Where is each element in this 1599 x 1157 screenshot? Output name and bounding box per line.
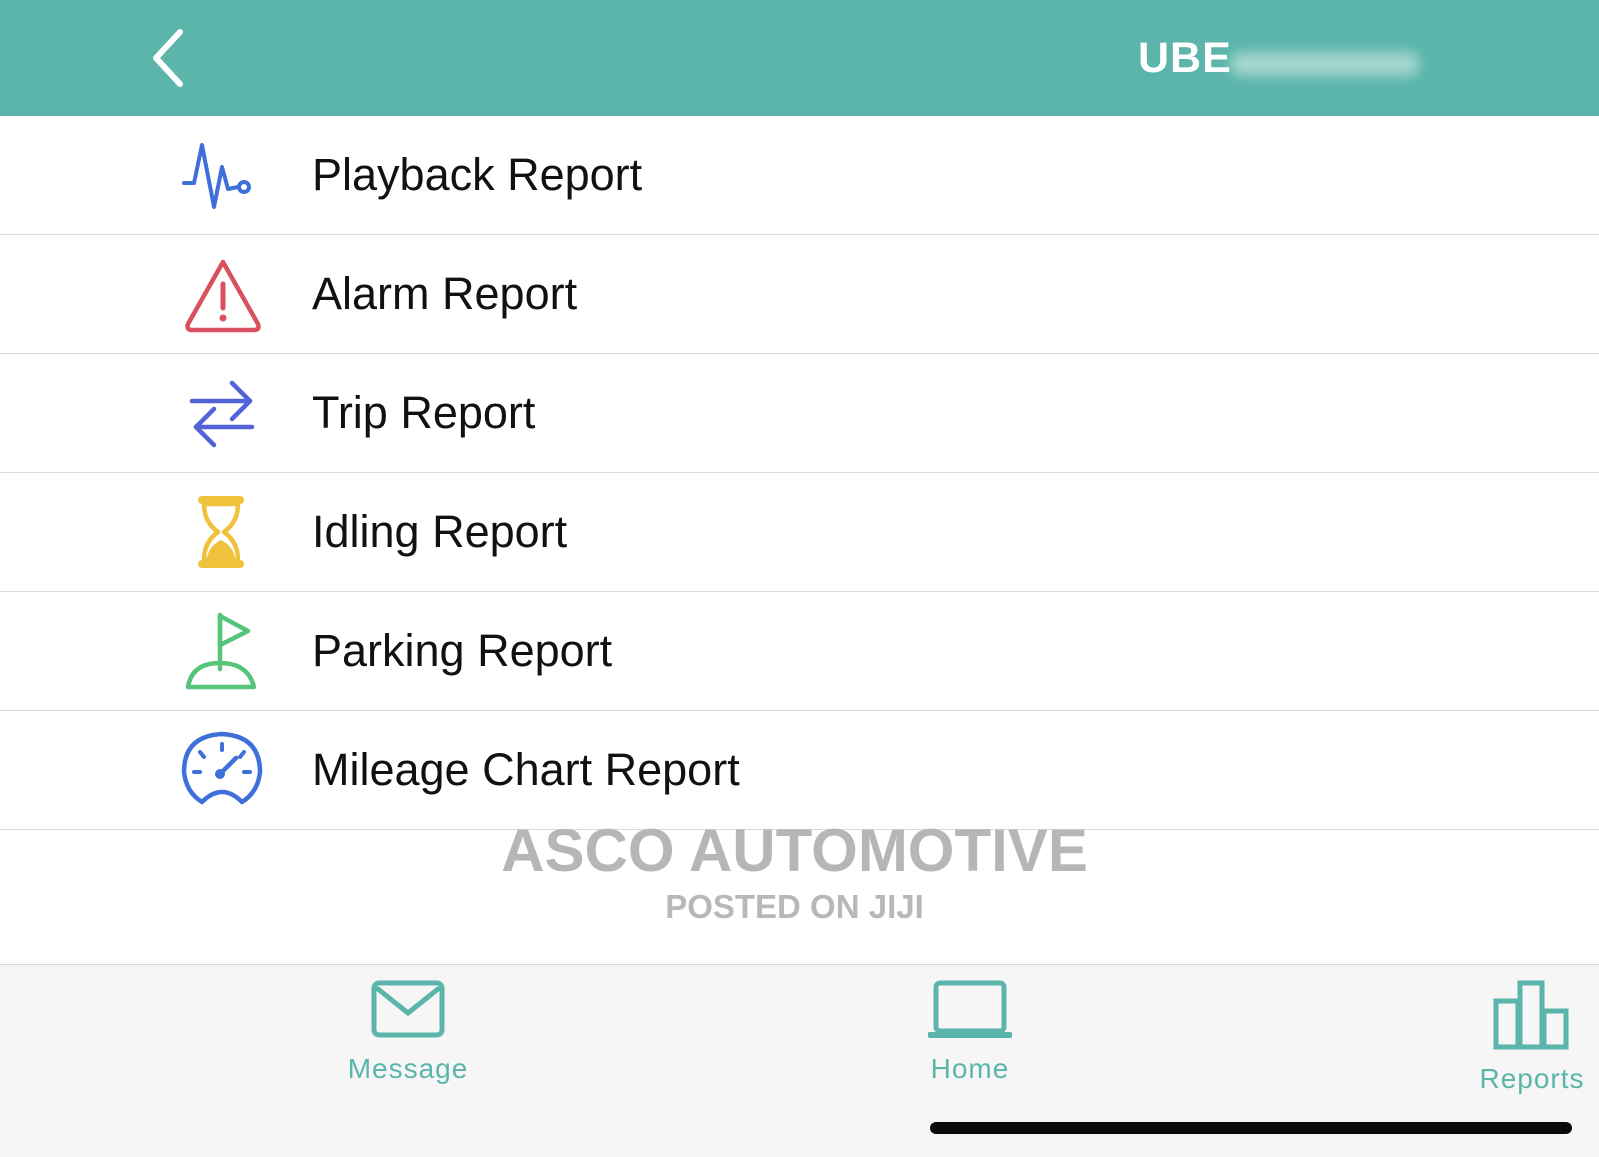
- swap-arrows-icon: [180, 373, 266, 453]
- flag-icon: [180, 611, 266, 691]
- report-label: Parking Report: [312, 625, 613, 676]
- report-item-idling[interactable]: Idling Report: [0, 473, 1599, 592]
- back-button[interactable]: [140, 24, 196, 92]
- speedometer-icon: [180, 730, 266, 810]
- report-item-alarm[interactable]: Alarm Report: [0, 235, 1599, 354]
- page-title: UBE: [1138, 34, 1232, 82]
- report-item-trip[interactable]: Trip Report: [0, 354, 1599, 473]
- warning-icon: [180, 254, 266, 334]
- tab-message[interactable]: Message: [318, 979, 498, 1099]
- envelope-icon: [371, 980, 445, 1038]
- report-item-parking[interactable]: Parking Report: [0, 592, 1599, 711]
- tab-label: Message: [347, 1053, 469, 1084]
- report-label: Alarm Report: [312, 268, 578, 319]
- chevron-left-icon: [153, 29, 183, 87]
- tab-label: Home: [930, 1053, 1010, 1084]
- report-item-playback[interactable]: Playback Report: [0, 116, 1599, 235]
- report-list: Playback Report Alarm Report Trip Report: [0, 116, 1599, 830]
- redacted-title-blur: [1230, 52, 1420, 76]
- pulse-icon: [180, 135, 266, 215]
- home-indicator: [930, 1122, 1572, 1134]
- tab-reports[interactable]: Reports: [1442, 979, 1599, 1099]
- watermark-subtitle: POSTED ON JIJI: [665, 888, 924, 925]
- bar-chart-icon: [1493, 980, 1569, 1050]
- hourglass-icon: [180, 492, 266, 572]
- tab-home[interactable]: Home: [880, 979, 1060, 1099]
- top-bar: UBE: [0, 0, 1599, 116]
- report-label: Idling Report: [312, 506, 568, 557]
- laptop-icon: [928, 980, 1012, 1038]
- report-label: Trip Report: [312, 387, 536, 438]
- report-label: Playback Report: [312, 149, 643, 200]
- report-item-mileage-chart[interactable]: Mileage Chart Report: [0, 711, 1599, 830]
- report-label: Mileage Chart Report: [312, 744, 740, 795]
- tab-label: Reports: [1479, 1063, 1585, 1094]
